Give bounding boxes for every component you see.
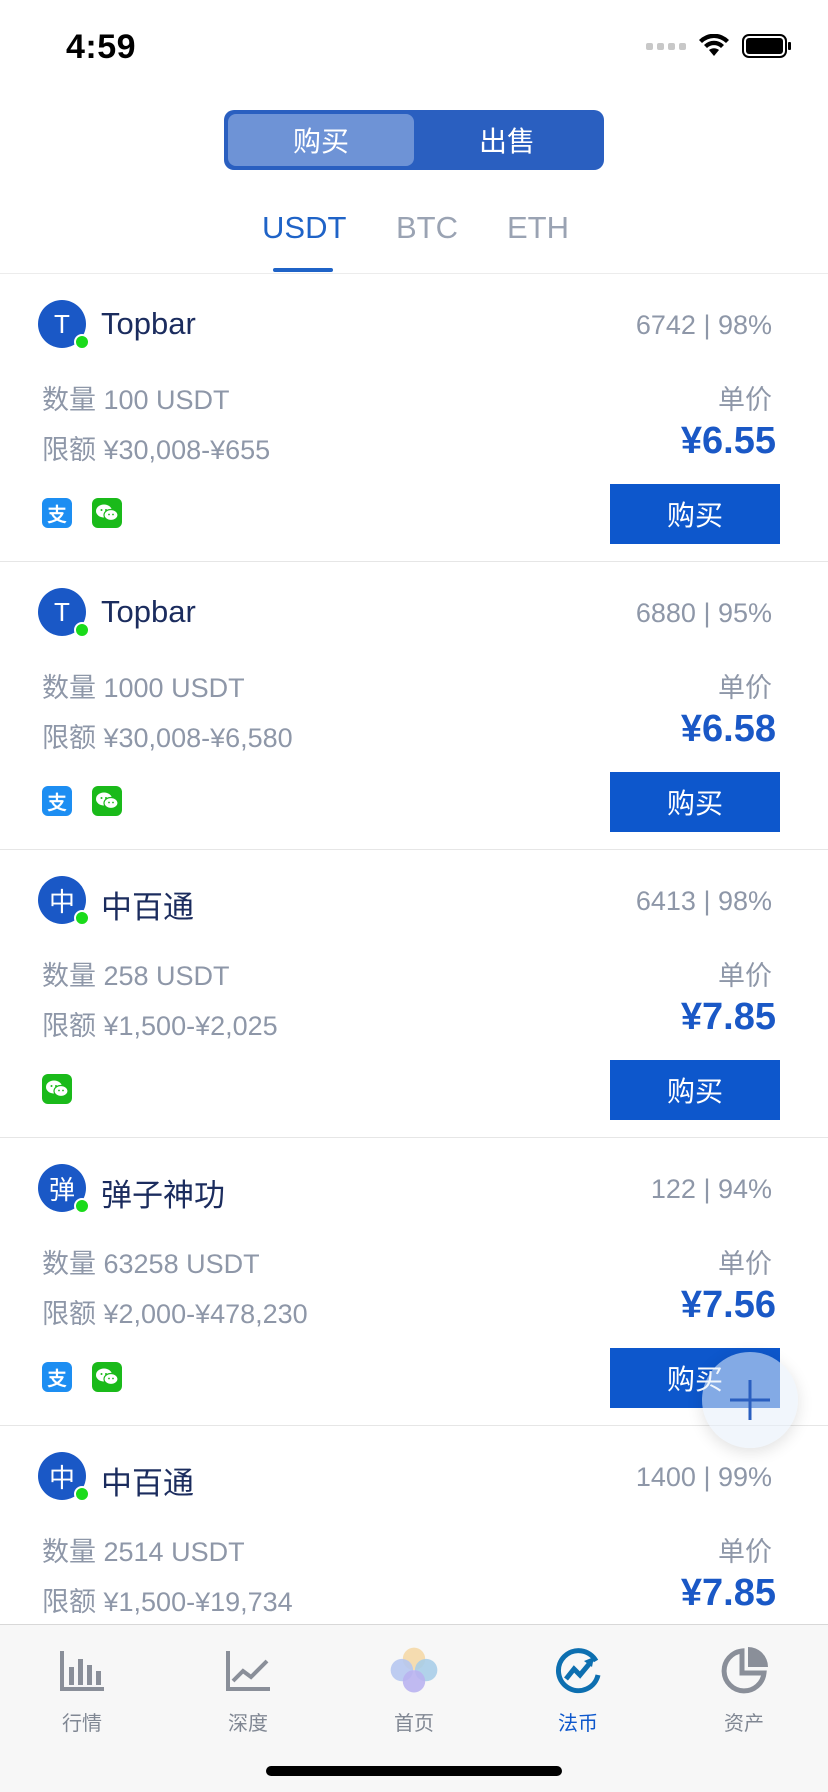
wechat-pay-icon xyxy=(92,786,122,816)
payment-methods xyxy=(42,1074,72,1104)
segment-buy[interactable]: 购买 xyxy=(228,114,414,166)
tab-home[interactable]: 首页 xyxy=(354,1643,474,1736)
pie-chart-icon xyxy=(716,1643,772,1699)
merchant-avatar: T xyxy=(38,588,90,638)
avatar-letter: T xyxy=(54,308,70,339)
price-label: 单价 xyxy=(718,961,772,991)
unit-price: ¥6.58 xyxy=(680,708,776,750)
payment-methods: 支 xyxy=(42,786,122,816)
merchant-avatar: 中 xyxy=(38,1452,90,1502)
home-indicator xyxy=(266,1766,562,1776)
online-status-dot xyxy=(74,910,90,926)
alipay-icon: 支 xyxy=(42,498,72,528)
tab-usdt[interactable]: USDT xyxy=(262,210,346,246)
merchant-stats: 6880 | 95% xyxy=(635,598,772,628)
alipay-icon: 支 xyxy=(42,1362,72,1392)
wechat-pay-icon xyxy=(92,498,122,528)
avatar-letter: 中 xyxy=(48,886,75,917)
listing-quantity: 数量 258 USDT xyxy=(42,961,230,991)
tab-label: 首页 xyxy=(394,1713,434,1735)
buy-sell-segment: 购买 出售 xyxy=(224,110,604,170)
tab-depth[interactable]: 深度 xyxy=(188,1643,308,1736)
listing-item: T Topbar 6880 | 95% 数量 1000 USDT 限额 ¥30,… xyxy=(0,562,828,850)
bar-chart-icon xyxy=(54,1643,110,1699)
wechat-pay-icon xyxy=(42,1074,72,1104)
avatar-letter: 弹 xyxy=(48,1174,75,1205)
tab-label: 行情 xyxy=(62,1713,102,1735)
tab-fiat[interactable]: 法币 xyxy=(518,1643,638,1736)
merchant-stats: 1400 | 99% xyxy=(635,1462,772,1492)
tab-label: 资产 xyxy=(724,1713,764,1735)
tab-label: 深度 xyxy=(228,1713,268,1735)
listing-quantity: 数量 1000 USDT xyxy=(42,673,245,703)
status-time: 4:59 xyxy=(66,28,137,66)
listing-limit: 限额 ¥30,008-¥655 xyxy=(42,435,271,465)
buy-button[interactable]: 购买 xyxy=(610,1060,780,1120)
merchant-avatar: T xyxy=(38,300,90,350)
listing-item: T Topbar 6742 | 98% 数量 100 USDT 限额 ¥30,0… xyxy=(0,274,828,562)
status-bar: 4:59 xyxy=(0,0,828,96)
status-icons xyxy=(646,34,792,58)
merchant-stats: 6413 | 98% xyxy=(635,886,772,916)
price-label: 单价 xyxy=(718,385,772,415)
listing-list: T Topbar 6742 | 98% 数量 100 USDT 限额 ¥30,0… xyxy=(0,274,828,1714)
merchant-name[interactable]: 中百通 xyxy=(101,1458,194,1503)
listing-limit: 限额 ¥1,500-¥2,025 xyxy=(42,1011,278,1041)
unit-price: ¥6.55 xyxy=(680,420,776,462)
payment-methods: 支 xyxy=(42,498,122,528)
currency-tabs: USDT BTC ETH xyxy=(0,204,828,274)
merchant-name[interactable]: Topbar xyxy=(101,306,196,342)
tab-eth[interactable]: ETH xyxy=(507,210,569,246)
listing-quantity: 数量 63258 USDT xyxy=(42,1249,260,1279)
buy-button[interactable]: 购买 xyxy=(610,772,780,832)
tab-underline xyxy=(273,268,333,272)
online-status-dot xyxy=(74,1486,90,1502)
tab-assets[interactable]: 资产 xyxy=(684,1643,804,1736)
listing-limit: 限额 ¥30,008-¥6,580 xyxy=(42,723,293,753)
price-label: 单价 xyxy=(718,673,772,703)
fiat-trend-icon xyxy=(550,1643,606,1699)
alipay-icon: 支 xyxy=(42,786,72,816)
merchant-name[interactable]: 中百通 xyxy=(101,882,194,927)
listing-quantity: 数量 2514 USDT xyxy=(42,1537,245,1567)
payment-methods: 支 xyxy=(42,1362,122,1392)
merchant-stats: 6742 | 98% xyxy=(635,310,772,340)
unit-price: ¥7.56 xyxy=(680,1284,776,1326)
merchant-avatar: 弹 xyxy=(38,1164,90,1214)
home-circles-icon xyxy=(386,1643,442,1699)
merchant-avatar: 中 xyxy=(38,876,90,926)
battery-icon xyxy=(742,34,792,58)
avatar-letter: T xyxy=(54,596,70,627)
wechat-pay-icon xyxy=(92,1362,122,1392)
listing-item: 弹 弹子神功 122 | 94% 数量 63258 USDT 限额 ¥2,000… xyxy=(0,1138,828,1426)
online-status-dot xyxy=(74,1198,90,1214)
signal-icon xyxy=(646,42,686,50)
listing-limit: 限额 ¥1,500-¥19,734 xyxy=(42,1587,293,1617)
online-status-dot xyxy=(74,334,90,350)
merchant-stats: 122 | 94% xyxy=(650,1174,772,1204)
merchant-name[interactable]: 弹子神功 xyxy=(101,1170,225,1215)
tab-label: 法币 xyxy=(558,1713,598,1735)
price-label: 单价 xyxy=(718,1249,772,1279)
merchant-name[interactable]: Topbar xyxy=(101,594,196,630)
unit-price: ¥7.85 xyxy=(680,996,776,1038)
avatar-letter: 中 xyxy=(48,1462,75,1493)
tab-market[interactable]: 行情 xyxy=(22,1643,142,1736)
add-float-button[interactable] xyxy=(702,1352,798,1448)
wifi-icon xyxy=(698,34,730,58)
price-label: 单价 xyxy=(718,1537,772,1567)
online-status-dot xyxy=(74,622,90,638)
segment-sell[interactable]: 出售 xyxy=(414,114,600,166)
buy-button[interactable]: 购买 xyxy=(610,484,780,544)
depth-chart-icon xyxy=(220,1643,276,1699)
listing-limit: 限额 ¥2,000-¥478,230 xyxy=(42,1299,308,1329)
listing-item: 中 中百通 6413 | 98% 数量 258 USDT 限额 ¥1,500-¥… xyxy=(0,850,828,1138)
unit-price: ¥7.85 xyxy=(680,1572,776,1614)
listing-quantity: 数量 100 USDT xyxy=(42,385,230,415)
plus-icon xyxy=(730,1380,770,1420)
tab-btc[interactable]: BTC xyxy=(396,210,458,246)
